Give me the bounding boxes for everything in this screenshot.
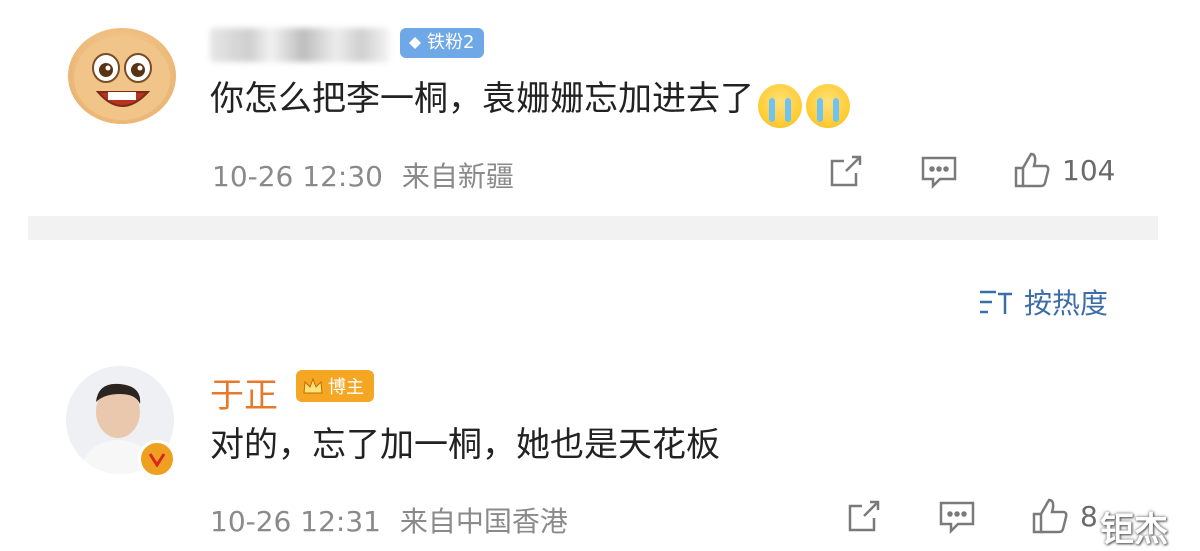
cartoon-avatar-icon — [74, 36, 170, 120]
crown-icon — [303, 377, 323, 394]
thumbs-up-icon — [1014, 152, 1050, 188]
diamond-icon — [409, 37, 421, 49]
fan-badge-label: 铁粉2 — [427, 32, 475, 53]
username-redacted[interactable] — [210, 28, 390, 62]
share-icon[interactable] — [846, 498, 882, 538]
like-count: 8 — [1080, 499, 1098, 533]
comment-body: 你怎么把李一桐，袁姗姗忘加进去了 — [210, 82, 850, 128]
avatar[interactable] — [68, 28, 176, 124]
watermark: 钜杰 — [1100, 510, 1168, 550]
like-button[interactable]: 8 — [1030, 496, 1098, 536]
section-divider — [28, 216, 1158, 240]
thumbs-up-icon — [1032, 498, 1068, 534]
like-button[interactable]: 104 — [1012, 150, 1115, 190]
blogger-badge: 博主 — [296, 370, 374, 402]
blogger-badge-label: 博主 — [328, 377, 364, 398]
share-icon[interactable] — [828, 153, 864, 193]
location: 来自中国香港 — [399, 505, 568, 538]
comment-icon[interactable] — [938, 500, 976, 538]
timestamp: 10-26 12:30 — [212, 160, 383, 193]
comment-meta: 10-26 12:31 来自中国香港 — [210, 500, 568, 540]
author-name[interactable]: 于正 — [210, 368, 278, 417]
comment-icon[interactable] — [920, 155, 958, 193]
like-count: 104 — [1062, 153, 1116, 187]
crying-face-icon — [806, 83, 850, 128]
fan-badge: 铁粉2 — [400, 28, 485, 58]
comment-text: 你怎么把李一桐，袁姗姗忘加进去了 — [210, 79, 754, 119]
verified-badge-icon — [138, 440, 176, 478]
crying-face-icon — [758, 83, 802, 128]
timestamp: 10-26 12:31 — [210, 505, 381, 538]
sort-label: 按热度 — [1024, 287, 1109, 320]
sort-icon — [980, 290, 1012, 314]
comment-text: 对的，忘了加一桐，她也是天花板 — [210, 425, 720, 465]
location: 来自新疆 — [401, 160, 514, 193]
sort-by-hot-button[interactable]: 按热度 — [978, 282, 1108, 322]
comment-meta: 10-26 12:30 来自新疆 — [212, 155, 514, 195]
